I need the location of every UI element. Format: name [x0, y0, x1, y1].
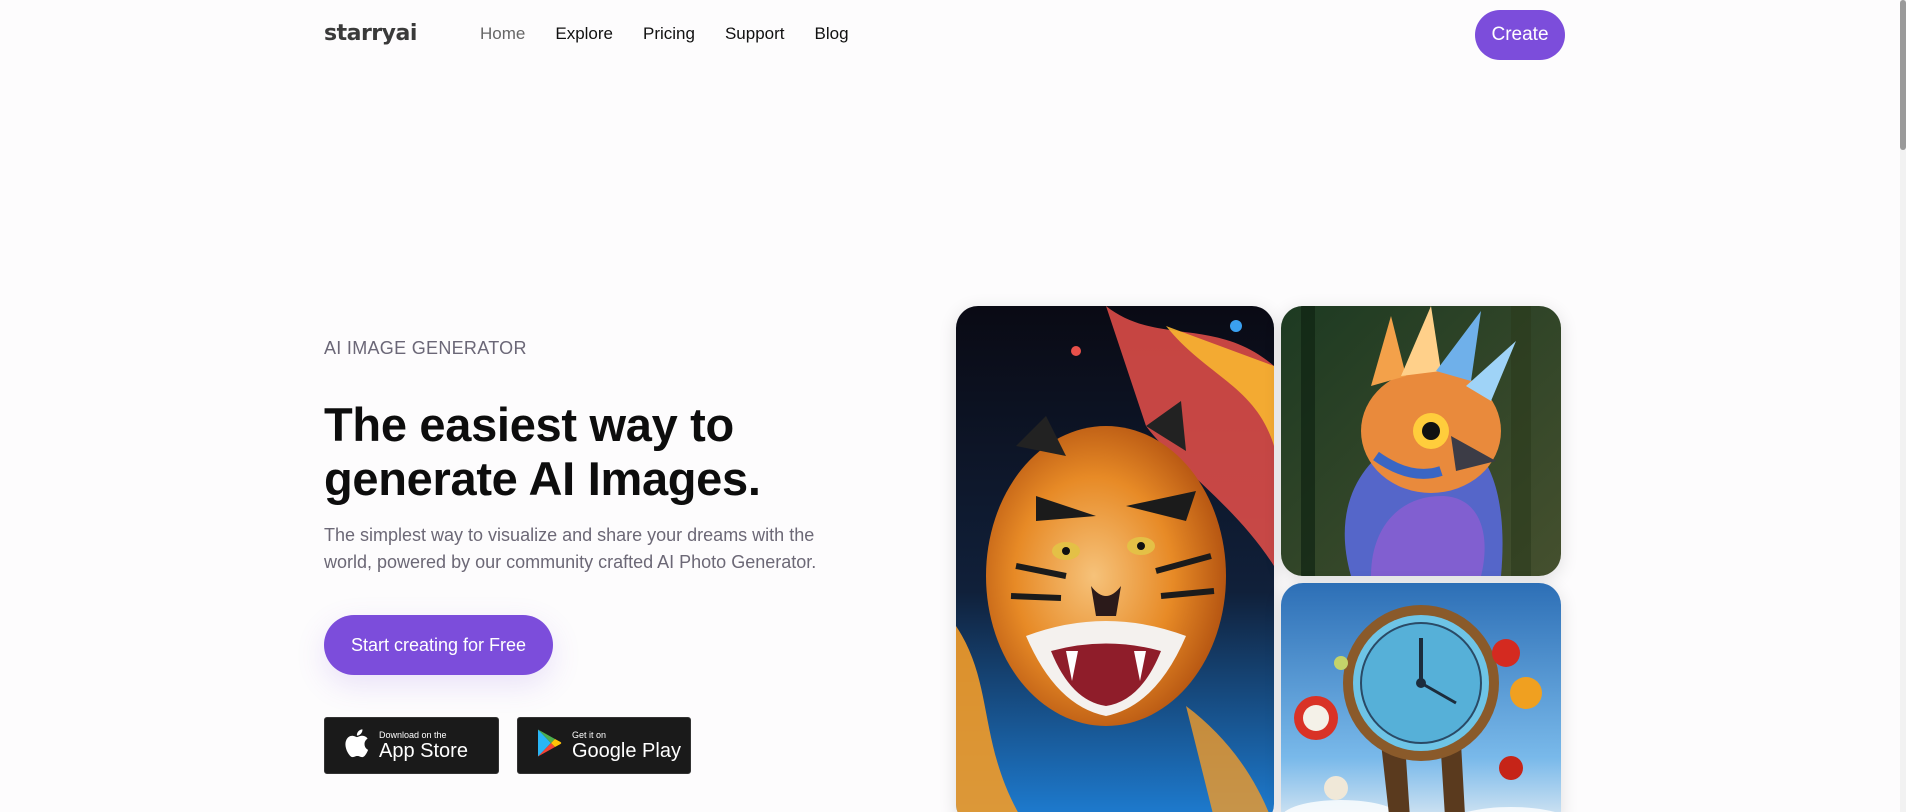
bird-image: [1281, 306, 1561, 576]
nav-home[interactable]: Home: [480, 24, 525, 44]
create-button[interactable]: Create: [1475, 10, 1565, 60]
nav-support[interactable]: Support: [725, 24, 785, 44]
tiger-image: [956, 306, 1274, 812]
starryai-logo[interactable]: starryai: [324, 21, 417, 46]
google-play-icon: [536, 728, 562, 763]
hero-title: The easiest way to generate AI Images.: [324, 398, 884, 506]
nav-explore[interactable]: Explore: [555, 24, 613, 44]
nav-pricing[interactable]: Pricing: [643, 24, 695, 44]
app-store-badge[interactable]: Download on the App Store: [324, 717, 499, 774]
start-creating-button[interactable]: Start creating for Free: [324, 615, 553, 675]
top-navigation: starryai Home Explore Pricing Support Bl…: [0, 0, 1900, 72]
hero-subtitle: The simplest way to visualize and share …: [324, 522, 884, 576]
hero-eyebrow: AI IMAGE GENERATOR: [324, 338, 527, 358]
app-store-text: Download on the App Store: [379, 730, 468, 762]
app-store-big-text: App Store: [379, 739, 468, 762]
scrollbar-thumb[interactable]: [1900, 0, 1906, 150]
hero-title-line-1: The easiest way to: [324, 398, 734, 451]
page-scrollbar[interactable]: [1900, 0, 1906, 812]
hero-subtitle-line-1: The simplest way to visualize and share …: [324, 525, 815, 545]
melting-clock-image: [1281, 583, 1561, 812]
google-play-big-text: Google Play: [572, 739, 681, 762]
google-play-badge[interactable]: Get it on Google Play: [517, 717, 691, 774]
nav-blog[interactable]: Blog: [815, 24, 849, 44]
app-store-small-text: Download on the: [379, 729, 447, 740]
google-play-small-text: Get it on: [572, 729, 607, 740]
hero-subtitle-line-2: world, powered by our community crafted …: [324, 552, 817, 572]
apple-icon: [343, 728, 369, 763]
hero-title-line-2: generate AI Images.: [324, 452, 761, 505]
google-play-text: Get it on Google Play: [572, 730, 681, 762]
main-menu: Home Explore Pricing Support Blog: [480, 24, 849, 44]
